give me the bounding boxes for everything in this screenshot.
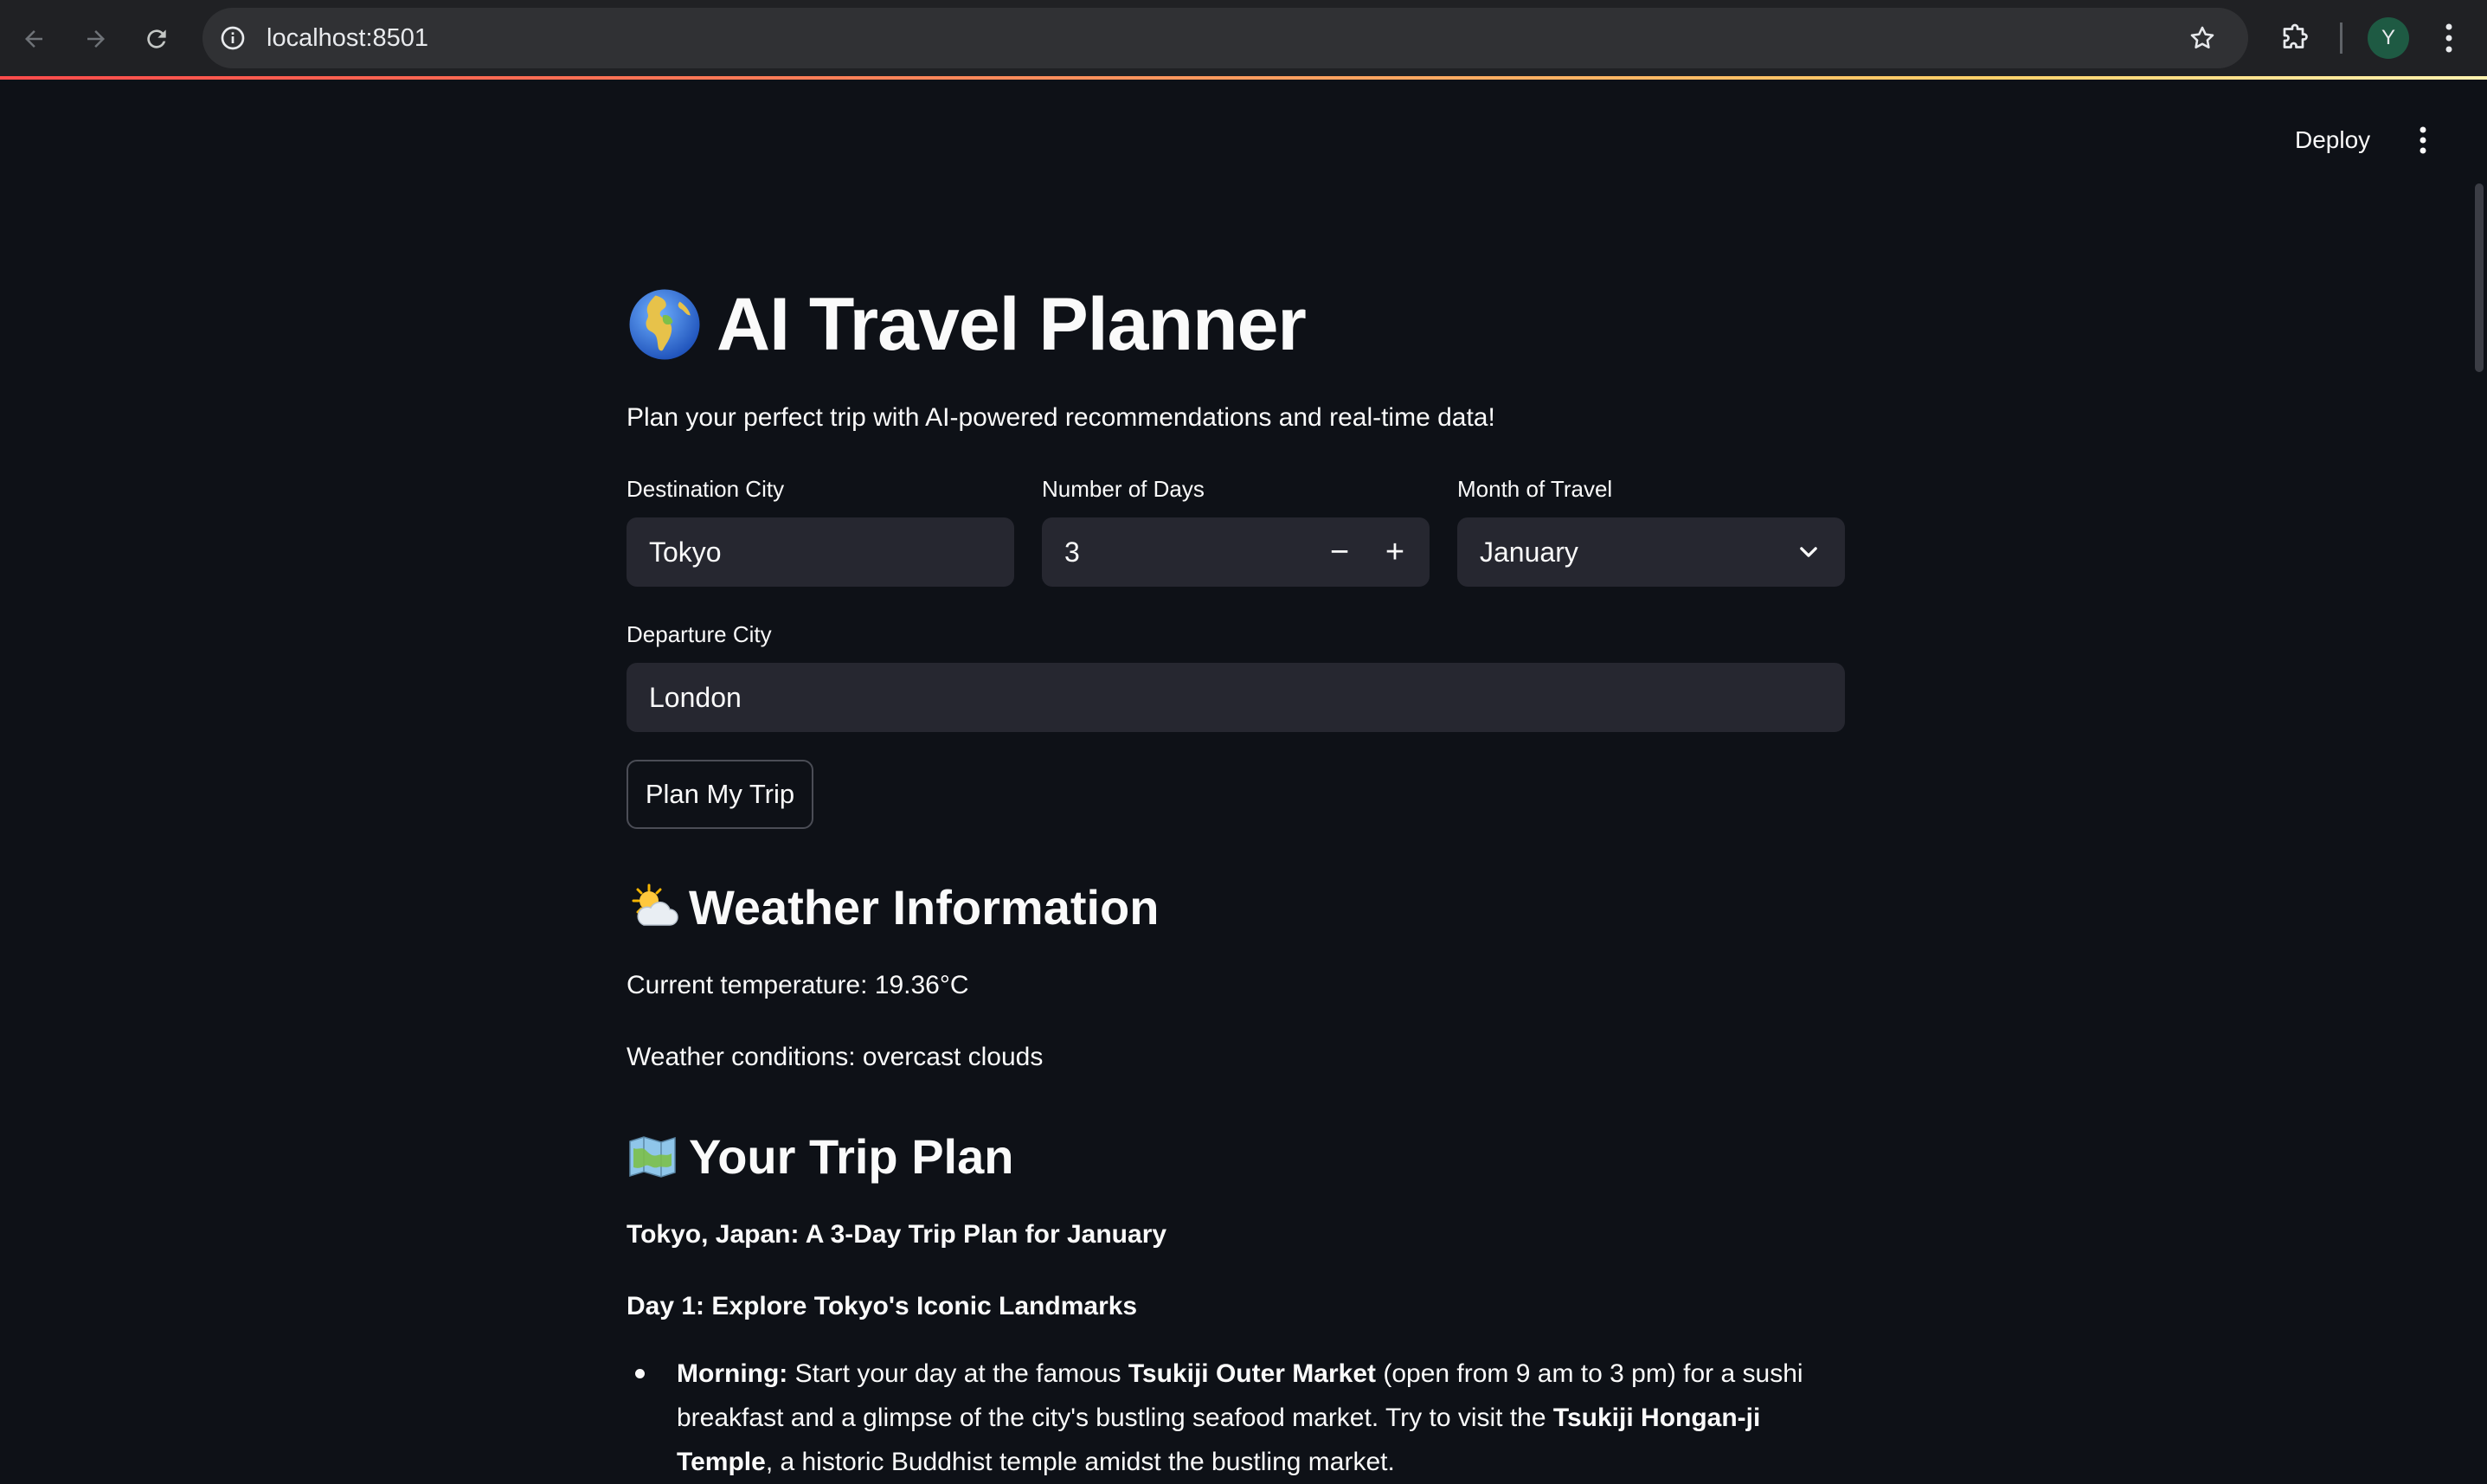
departure-label: Departure City (627, 621, 772, 647)
plan-trip-button[interactable]: Plan My Trip (627, 760, 813, 829)
site-info-button[interactable] (216, 22, 249, 55)
toolbar-divider (2340, 22, 2342, 54)
month-select[interactable]: January (1457, 517, 1845, 587)
trip-plan-intro: Tokyo, Japan: A 3-Day Trip Plan for Janu… (627, 1220, 1167, 1249)
reload-button[interactable] (135, 17, 178, 61)
page-title-text: AI Travel Planner (717, 282, 1307, 366)
browser-toolbar: localhost:8501 Y (0, 0, 2487, 78)
browser-menu-button[interactable] (2432, 16, 2466, 61)
sun-behind-cloud-icon (632, 883, 678, 926)
list-item: Morning: Start your day at the famous Ts… (627, 1352, 1845, 1484)
days-decrement-button[interactable]: − (1312, 517, 1367, 587)
url-text[interactable]: localhost:8501 (267, 8, 428, 68)
bullet-dot (635, 1369, 645, 1378)
page-title: AI Travel Planner (627, 251, 1307, 398)
star-icon (2190, 26, 2214, 49)
weather-heading-text: Weather Information (689, 880, 1160, 935)
trip-plan-heading: Your Trip Plan (627, 1128, 1013, 1185)
trip-plan-heading-text: Your Trip Plan (689, 1129, 1014, 1184)
days-label: Number of Days (1042, 476, 1205, 502)
globe-icon (629, 289, 700, 360)
bookmark-button[interactable] (2181, 16, 2224, 60)
vertical-dots-icon (2420, 126, 2426, 154)
weather-conditions: Weather conditions: overcast clouds (627, 1043, 1044, 1071)
back-button[interactable] (12, 17, 55, 61)
chevron-down-icon[interactable] (1796, 540, 1821, 564)
morning-paragraph: Morning: Start your day at the famous Ts… (677, 1352, 1828, 1484)
arrow-left-icon (25, 30, 42, 48)
destination-label: Destination City (627, 476, 785, 502)
arrow-right-icon (87, 30, 105, 48)
day1-heading: Day 1: Explore Tokyo's Iconic Landmarks (627, 1292, 1138, 1320)
month-label: Month of Travel (1457, 476, 1613, 502)
forward-button[interactable] (74, 17, 118, 61)
destination-input[interactable]: Tokyo (627, 517, 1014, 587)
month-selected-value[interactable]: January (1480, 536, 1578, 568)
morning-text-1: Start your day at the famous (787, 1359, 1128, 1388)
vertical-dots-icon (2445, 23, 2452, 53)
tsukiji-market-name: Tsukiji Outer Market (1128, 1359, 1377, 1388)
info-icon (221, 26, 245, 50)
extensions-button[interactable] (2272, 16, 2317, 61)
profile-avatar[interactable]: Y (2368, 17, 2409, 59)
weather-heading: Weather Information (627, 879, 1159, 935)
morning-label: Morning: (677, 1359, 788, 1388)
reload-icon (147, 29, 166, 48)
departure-input[interactable]: London (627, 663, 1845, 732)
days-increment-button[interactable]: + (1367, 517, 1423, 587)
map-icon (629, 1135, 676, 1178)
address-bar[interactable]: localhost:8501 (202, 8, 2248, 68)
puzzle-icon (2283, 23, 2308, 48)
days-number-input[interactable]: 3 − + (1042, 517, 1430, 587)
days-value[interactable]: 3 (1064, 536, 1080, 568)
current-temperature: Current temperature: 19.36°C (627, 971, 969, 999)
morning-text-3: , a historic Buddhist temple amidst the … (765, 1448, 1395, 1476)
app-menu-button[interactable] (2406, 121, 2440, 159)
page-scrollbar[interactable] (2475, 183, 2484, 372)
loading-accent-line (0, 76, 2487, 80)
page-subtitle: Plan your perfect trip with AI-powered r… (627, 403, 1495, 432)
deploy-button[interactable]: Deploy (2285, 121, 2381, 159)
